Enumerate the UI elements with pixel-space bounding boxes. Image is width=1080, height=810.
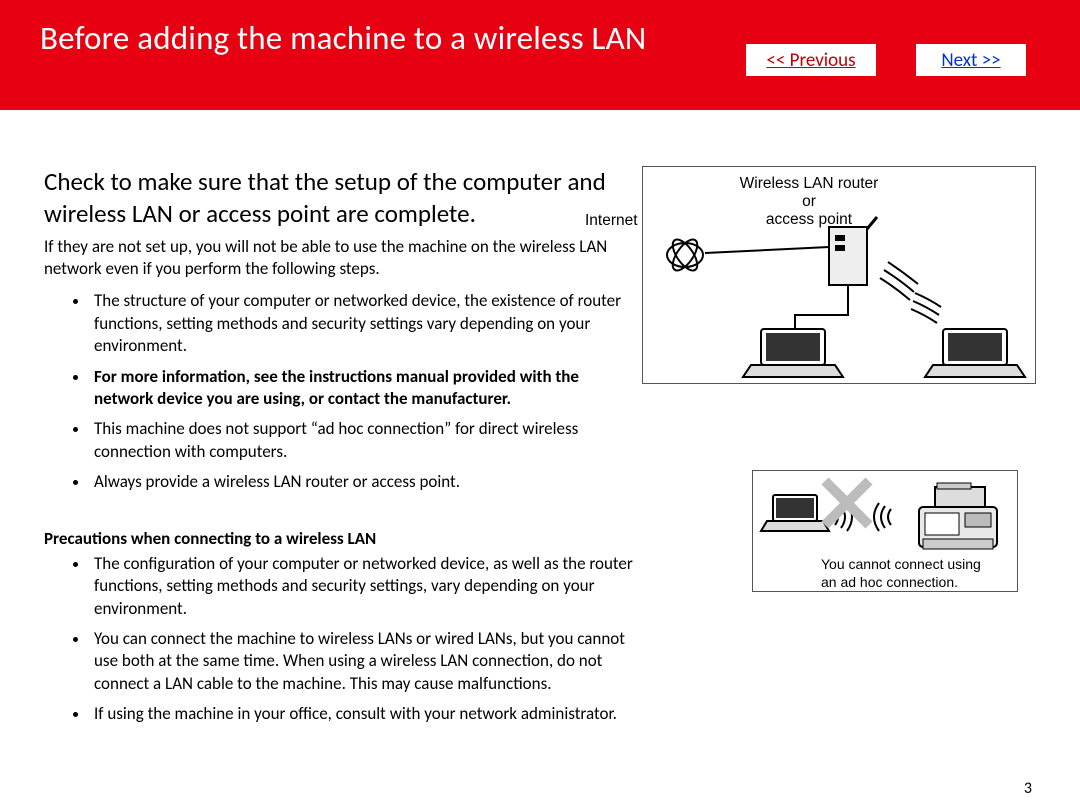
list-item: This machine does not support “ad hoc co… xyxy=(90,418,639,463)
intro-heading: Check to make sure that the setup of the… xyxy=(44,166,639,230)
adhoc-caption-line2: an ad hoc connection. xyxy=(821,574,958,590)
next-link[interactable]: Next >> xyxy=(916,44,1026,76)
bullet-list-2: The configuration of your computer or ne… xyxy=(44,553,639,726)
network-svg-icon xyxy=(643,167,1037,385)
diagram-label-internet: Internet xyxy=(585,212,638,230)
previous-link[interactable]: << Previous xyxy=(746,44,876,76)
list-item: The structure of your computer or networ… xyxy=(90,290,639,357)
adhoc-diagram-icon: You cannot connect using an ad hoc conne… xyxy=(752,470,1018,592)
page-title: Before adding the machine to a wireless … xyxy=(40,18,1040,58)
adhoc-caption-line1: You cannot connect using xyxy=(821,556,981,572)
bullet-list-1: The structure of your computer or networ… xyxy=(44,290,639,494)
header-bar: Before adding the machine to a wireless … xyxy=(0,0,1080,110)
network-diagram-icon: Internet Wireless LAN router or access p… xyxy=(642,166,1036,384)
content-area: Check to make sure that the setup of the… xyxy=(0,110,1080,734)
list-item: The configuration of your computer or ne… xyxy=(90,553,639,620)
list-item: Always provide a wireless LAN router or … xyxy=(90,471,639,493)
right-column: Internet Wireless LAN router or access p… xyxy=(659,166,1036,734)
list-item: For more information, see the instructio… xyxy=(90,366,639,411)
page-number: 3 xyxy=(1024,779,1032,798)
adhoc-caption: You cannot connect using an ad hoc conne… xyxy=(821,556,981,591)
precautions-subheading: Precautions when connecting to a wireles… xyxy=(44,528,639,549)
intro-subtext: If they are not set up, you will not be … xyxy=(44,236,639,280)
list-item: If using the machine in your office, con… xyxy=(90,703,639,725)
left-column: Check to make sure that the setup of the… xyxy=(44,166,659,734)
list-item: You can connect the machine to wireless … xyxy=(90,628,639,695)
